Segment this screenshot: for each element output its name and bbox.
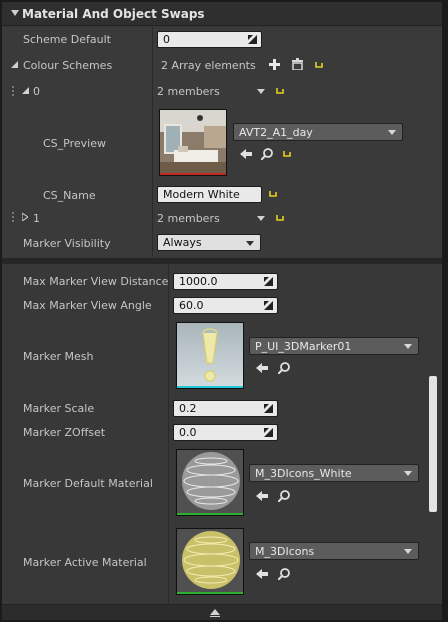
material-sphere-icon [177, 529, 243, 594]
reorder-handle-icon[interactable] [12, 212, 16, 222]
chevron-down-icon [404, 471, 412, 476]
expand-triangle-icon[interactable] [11, 61, 18, 68]
category-title: Material And Object Swaps [22, 7, 205, 21]
chevron-down-icon [246, 241, 254, 246]
array-count: 2 Array elements [161, 59, 256, 72]
scheme-default-value: 0 [163, 33, 170, 46]
max-marker-view-distance-value: 1000.0 [179, 275, 218, 288]
scheme-default-label: Scheme Default [23, 33, 111, 46]
marker-scale-input[interactable]: 0.2 [173, 400, 278, 417]
active-material-thumbnail[interactable] [176, 528, 244, 595]
use-selected-arrow-icon[interactable] [256, 569, 268, 579]
element-members-0: 2 members [157, 85, 220, 98]
marker-mesh-asset-name: P_UI_3DMarker01 [255, 340, 352, 353]
preview-asset-combo[interactable]: AVT2_A1_day [233, 123, 403, 141]
search-icon[interactable] [278, 568, 290, 580]
element-index-1: 1 [33, 212, 40, 225]
element-members-1: 2 members [157, 212, 220, 225]
column-divider [168, 264, 169, 604]
max-marker-view-angle-input[interactable]: 60.0 [173, 297, 278, 314]
column-divider [152, 27, 153, 257]
marker-mesh-preview-icon [177, 323, 243, 388]
search-icon[interactable] [278, 490, 290, 502]
add-element-icon[interactable] [269, 59, 280, 70]
details-panel: Material And Object Swaps Scheme Default… [2, 2, 442, 620]
max-marker-view-distance-label: Max Marker View Distance [23, 275, 169, 288]
reorder-handle-icon[interactable] [12, 86, 16, 96]
cs-preview-label: CS_Preview [43, 137, 106, 150]
material-sphere-icon [177, 450, 243, 515]
marker-mesh-label: Marker Mesh [23, 350, 94, 363]
drag-handle-icon[interactable] [264, 404, 273, 413]
default-material-combo[interactable]: M_3DIcons_White [249, 464, 419, 482]
collapse-triangle-icon[interactable] [11, 10, 19, 18]
advanced-toggle-bar[interactable] [2, 604, 442, 620]
marker-scale-value: 0.2 [179, 402, 197, 415]
colour-schemes-section: Scheme Default 0 Colour Schemes 2 Array … [2, 27, 442, 257]
marker-zoffset-label: Marker ZOffset [23, 426, 106, 439]
marker-zoffset-input[interactable]: 0.0 [173, 424, 278, 441]
room-image-icon [160, 110, 226, 175]
marker-mesh-thumbnail[interactable] [176, 322, 244, 389]
expand-advanced-icon[interactable] [210, 609, 220, 617]
reset-to-default-icon[interactable] [275, 213, 285, 223]
marker-visibility-label: Marker Visibility [23, 237, 111, 250]
trash-icon[interactable] [292, 58, 303, 70]
collapsed-triangle-icon[interactable] [22, 213, 28, 221]
preview-thumbnail[interactable] [159, 109, 227, 176]
element-options-dropdown[interactable] [257, 89, 265, 94]
use-selected-arrow-icon[interactable] [256, 491, 268, 501]
scheme-default-input[interactable]: 0 [157, 31, 262, 48]
marker-zoffset-value: 0.0 [179, 426, 197, 439]
marker-default-material-label: Marker Default Material [23, 477, 153, 490]
preview-asset-name: AVT2_A1_day [239, 126, 313, 139]
max-marker-view-angle-label: Max Marker View Angle [23, 299, 152, 312]
max-marker-view-distance-input[interactable]: 1000.0 [173, 273, 278, 290]
element-index-0: 0 [33, 85, 40, 98]
marker-scale-label: Marker Scale [23, 402, 95, 415]
search-icon[interactable] [278, 362, 290, 374]
cs-name-input[interactable]: Modern White [157, 186, 262, 203]
active-material-asset-name: M_3DIcons [255, 545, 315, 558]
element-options-dropdown[interactable] [257, 216, 265, 221]
colour-schemes-label: Colour Schemes [23, 59, 113, 72]
drag-handle-icon[interactable] [264, 277, 273, 286]
marker-active-material-label: Marker Active Material [23, 556, 147, 569]
marker-mesh-combo[interactable]: P_UI_3DMarker01 [249, 337, 419, 355]
reset-to-default-icon[interactable] [282, 149, 292, 159]
drag-handle-icon[interactable] [264, 428, 273, 437]
use-selected-arrow-icon[interactable] [256, 363, 268, 373]
cs-name-value: Modern White [163, 188, 240, 201]
default-material-thumbnail[interactable] [176, 449, 244, 516]
max-marker-view-angle-value: 60.0 [179, 299, 204, 312]
reset-to-default-icon[interactable] [314, 60, 324, 70]
active-material-combo[interactable]: M_3DIcons [249, 542, 419, 560]
vertical-scrollbar[interactable] [429, 376, 437, 512]
expand-triangle-icon[interactable] [22, 87, 29, 94]
drag-handle-icon[interactable] [248, 35, 257, 44]
use-selected-arrow-icon[interactable] [240, 149, 252, 159]
chevron-down-icon [404, 549, 412, 554]
marker-visibility-select[interactable]: Always [157, 234, 261, 251]
reset-to-default-icon[interactable] [268, 189, 278, 199]
reset-to-default-icon[interactable] [275, 86, 285, 96]
chevron-down-icon [404, 344, 412, 349]
cs-name-label: CS_Name [43, 189, 96, 202]
search-icon[interactable] [261, 148, 273, 160]
drag-handle-icon[interactable] [264, 301, 273, 310]
marker-visibility-value: Always [163, 236, 202, 249]
chevron-down-icon [388, 130, 396, 135]
default-material-asset-name: M_3DIcons_White [255, 467, 352, 480]
section-divider [2, 258, 442, 264]
category-header[interactable]: Material And Object Swaps [2, 2, 442, 26]
